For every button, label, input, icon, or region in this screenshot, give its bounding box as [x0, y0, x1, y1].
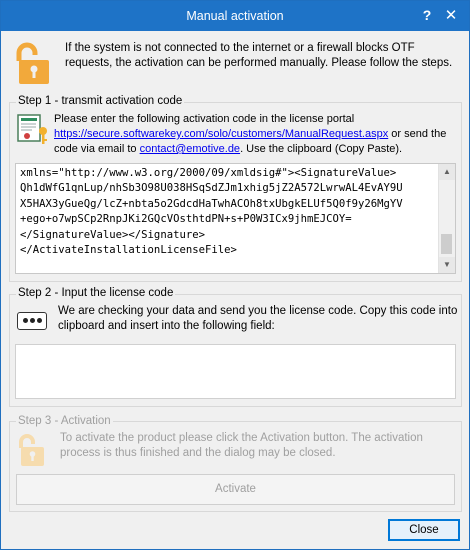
activation-code-text: xmlns="http://www.w3.org/2000/09/xmldsig…	[20, 166, 438, 258]
step1-text-end: . Use the clipboard (Copy Paste).	[240, 143, 403, 155]
close-button[interactable]: Close	[388, 519, 460, 541]
close-icon[interactable]: ✕	[443, 6, 459, 24]
intro-text: If the system is not connected to the in…	[65, 42, 453, 69]
certificate-key-icon	[17, 114, 47, 144]
code-line: </SignatureValue></Signature>	[20, 228, 205, 241]
activation-code-textarea[interactable]: xmlns="http://www.w3.org/2000/09/xmldsig…	[15, 163, 456, 274]
step3-instructions: To activate the product please click the…	[60, 432, 423, 459]
code-line: xmlns="http://www.w3.org/2000/09/xmldsig…	[20, 167, 397, 179]
help-button[interactable]: ?	[419, 7, 435, 23]
password-dots-icon	[17, 312, 47, 330]
step1-legend: Step 1 - transmit activation code	[16, 95, 185, 107]
step2-instructions: We are checking your data and send you t…	[58, 305, 458, 332]
unlocked-padlock-icon	[16, 42, 49, 84]
step1-text-before-link: Please enter the following activation co…	[54, 113, 355, 125]
scrollbar-thumb[interactable]	[441, 234, 452, 254]
title-bar: Manual activation ? ✕	[1, 1, 469, 31]
unlocked-padlock-disabled-icon	[19, 434, 44, 466]
window-title: Manual activation	[186, 9, 284, 23]
step2-legend: Step 2 - Input the license code	[16, 287, 176, 299]
scroll-up-arrow-icon[interactable]: ▲	[439, 164, 455, 180]
step3-legend: Step 3 - Activation	[16, 415, 113, 427]
code-line: X5HAX3yGueQg/lcZ+nbta5o2GdcdHaTwhACOh8tx…	[20, 197, 403, 210]
email-link[interactable]: contact@emotive.de	[140, 143, 240, 155]
code-line: +ego+o7wpSCp2RnpJKi2GQcVOsthtdPN+s+P0W3I…	[20, 213, 352, 226]
step1-instructions: Please enter the following activation co…	[54, 112, 454, 157]
manual-activation-dialog: Manual activation ? ✕ If the system is n…	[0, 0, 470, 550]
scroll-down-arrow-icon[interactable]: ▼	[439, 257, 455, 273]
code-scrollbar[interactable]: ▲ ▼	[438, 164, 455, 273]
code-line: </ActivateInstallationLicenseFile>	[20, 244, 237, 257]
code-line: Qh1dWfG1qnLup/nhSb3O98U038HSqSdZJm1xhig5…	[20, 182, 403, 195]
license-portal-link[interactable]: https://secure.softwarekey.com/solo/cust…	[54, 128, 388, 140]
license-code-input[interactable]	[15, 344, 456, 399]
activate-button[interactable]: Activate	[16, 474, 455, 505]
